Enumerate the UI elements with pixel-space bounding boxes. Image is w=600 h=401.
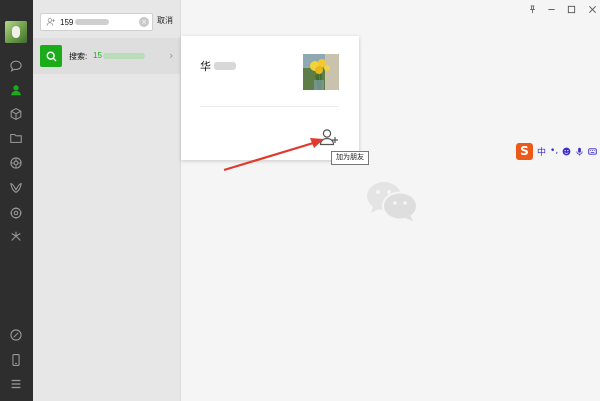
- redacted-text: [75, 19, 110, 25]
- discover-icon[interactable]: [8, 229, 24, 245]
- maximize-icon[interactable]: [565, 3, 577, 15]
- ime-logo[interactable]: S: [516, 142, 533, 160]
- chat-icon[interactable]: [8, 58, 24, 74]
- mini-programs-icon[interactable]: [8, 205, 24, 221]
- clear-search-icon[interactable]: ×: [139, 17, 149, 27]
- divider: [200, 106, 339, 107]
- list-panel: 159 × 取消 搜索: 15 ›: [33, 0, 181, 401]
- sidebar-rail: [0, 0, 33, 401]
- favorites-icon[interactable]: [8, 106, 24, 122]
- keyboard-icon[interactable]: [588, 147, 597, 156]
- main-area: 华 加为朋友 S 中 •,: [181, 0, 600, 401]
- chevron-right-icon: ›: [169, 49, 174, 62]
- search-icon: [40, 45, 62, 67]
- ime-toolbar: S 中 •,: [516, 142, 600, 160]
- ime-mode-toggle[interactable]: 中: [537, 145, 546, 158]
- contact-card: 华: [181, 36, 359, 160]
- redacted-text: [103, 53, 145, 59]
- user-avatar[interactable]: [5, 21, 27, 43]
- wechat-logo-watermark: [367, 182, 418, 221]
- moments-icon[interactable]: [8, 155, 24, 171]
- redacted-text: [214, 62, 236, 70]
- close-icon[interactable]: [586, 3, 598, 15]
- search-input[interactable]: 159 ×: [40, 13, 153, 31]
- cancel-button[interactable]: 取消: [157, 15, 173, 26]
- search-result-item[interactable]: 搜索: 15 ›: [33, 38, 181, 74]
- menu-icon[interactable]: [8, 376, 24, 392]
- search-result-number: 15: [93, 51, 102, 60]
- add-contact-search-icon: [44, 15, 58, 29]
- phone-icon[interactable]: [8, 352, 24, 368]
- contact-photo[interactable]: [303, 54, 339, 90]
- channels-icon[interactable]: [8, 180, 24, 196]
- ime-punctuation-toggle[interactable]: •,: [550, 146, 558, 156]
- pin-icon[interactable]: [526, 3, 538, 15]
- add-friend-tooltip: 加为朋友: [331, 151, 369, 165]
- contacts-icon[interactable]: [8, 82, 24, 98]
- search-input-value: 159: [60, 17, 74, 27]
- search-result-label: 搜索:: [69, 52, 88, 61]
- emoji-icon[interactable]: [562, 147, 571, 156]
- minimize-icon[interactable]: [545, 3, 557, 15]
- microphone-icon[interactable]: [575, 147, 584, 156]
- link-icon[interactable]: [8, 327, 24, 343]
- contact-name: 华: [200, 60, 211, 73]
- add-friend-icon[interactable]: [319, 128, 339, 146]
- files-icon[interactable]: [8, 130, 24, 146]
